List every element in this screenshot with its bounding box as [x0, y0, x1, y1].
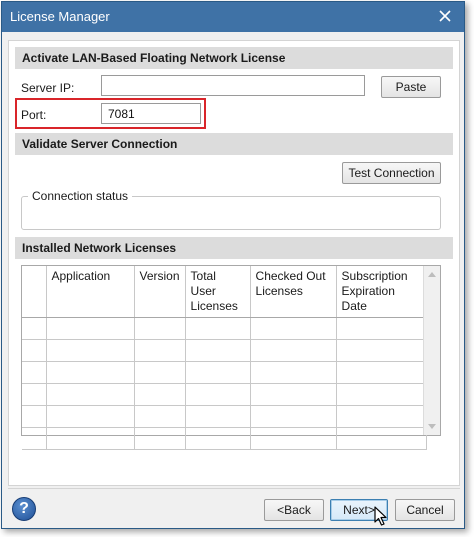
- licenses-grid[interactable]: Application Version Total User Licenses …: [21, 265, 441, 450]
- section-header-validate: Validate Server Connection: [15, 133, 453, 155]
- column-header-total-user-licenses[interactable]: Total User Licenses: [185, 266, 251, 318]
- license-manager-window: License Manager Activate LAN-Based Float…: [1, 1, 465, 529]
- table-row[interactable]: [22, 339, 427, 362]
- connection-status-legend: Connection status: [28, 189, 133, 203]
- table-cell: [250, 405, 337, 428]
- column-header-application[interactable]: Application: [46, 266, 135, 318]
- licenses-table: Application Version Total User Licenses …: [22, 266, 427, 450]
- table-cell: [185, 383, 251, 406]
- column-header-checked-out-licenses[interactable]: Checked Out Licenses: [250, 266, 337, 318]
- table-cell: [22, 339, 47, 362]
- table-cell: [185, 361, 251, 384]
- scroll-down-arrow-icon[interactable]: [428, 424, 436, 429]
- table-cell: [134, 361, 186, 384]
- table-cell: [336, 339, 427, 362]
- table-row[interactable]: [22, 383, 427, 406]
- scroll-up-arrow-icon[interactable]: [428, 272, 436, 277]
- table-cell: [134, 317, 186, 340]
- title-bar[interactable]: License Manager: [2, 2, 464, 32]
- table-cell: [22, 361, 47, 384]
- table-header-row: Application Version Total User Licenses …: [22, 266, 427, 318]
- table-cell: [250, 339, 337, 362]
- table-cell: [46, 317, 135, 340]
- table-cell: [46, 339, 135, 362]
- section-header-installed: Installed Network Licenses: [15, 237, 453, 259]
- table-cell: [250, 317, 337, 340]
- table-cell: [336, 383, 427, 406]
- section-header-activate: Activate LAN-Based Floating Network Lice…: [15, 47, 453, 69]
- server-ip-input[interactable]: [101, 75, 365, 96]
- test-connection-button[interactable]: Test Connection: [342, 162, 441, 184]
- table-cell: [336, 405, 427, 428]
- column-header-selector[interactable]: [22, 266, 47, 318]
- table-cell: [22, 427, 47, 450]
- cancel-button[interactable]: Cancel: [395, 499, 455, 521]
- table-cell: [250, 361, 337, 384]
- table-row[interactable]: [22, 405, 427, 428]
- table-cell: [250, 427, 337, 450]
- back-button[interactable]: <Back: [264, 499, 324, 521]
- grid-vertical-scrollbar[interactable]: [423, 266, 440, 435]
- paste-button[interactable]: Paste: [381, 76, 441, 98]
- close-icon[interactable]: [434, 5, 456, 27]
- table-cell: [185, 427, 251, 450]
- table-cell: [46, 361, 135, 384]
- table-cell: [336, 361, 427, 384]
- column-header-subscription-expiration[interactable]: Subscription Expiration Date: [336, 266, 427, 318]
- table-row[interactable]: [22, 317, 427, 340]
- table-cell: [46, 383, 135, 406]
- table-cell: [46, 427, 135, 450]
- window-title: License Manager: [10, 9, 110, 24]
- mouse-cursor-icon: [374, 506, 388, 529]
- table-cell: [134, 339, 186, 362]
- table-cell: [250, 383, 337, 406]
- table-row[interactable]: [22, 427, 427, 450]
- table-cell: [185, 339, 251, 362]
- table-cell: [336, 427, 427, 450]
- table-cell: [22, 317, 47, 340]
- footer-separator: [8, 488, 460, 489]
- help-icon[interactable]: ?: [12, 497, 36, 521]
- table-cell: [185, 405, 251, 428]
- table-row[interactable]: [22, 361, 427, 384]
- table-cell: [185, 317, 251, 340]
- table-cell: [134, 383, 186, 406]
- table-cell: [22, 383, 47, 406]
- dialog-body: Activate LAN-Based Floating Network Lice…: [8, 40, 460, 486]
- table-cell: [46, 405, 135, 428]
- connection-status-group: Connection status: [21, 189, 441, 230]
- table-cell: [134, 405, 186, 428]
- port-label: Port:: [21, 108, 47, 122]
- table-cell: [336, 317, 427, 340]
- table-cell: [22, 405, 47, 428]
- port-input[interactable]: [101, 103, 201, 124]
- column-header-version[interactable]: Version: [134, 266, 186, 318]
- table-cell: [134, 427, 186, 450]
- server-ip-label: Server IP:: [21, 81, 75, 95]
